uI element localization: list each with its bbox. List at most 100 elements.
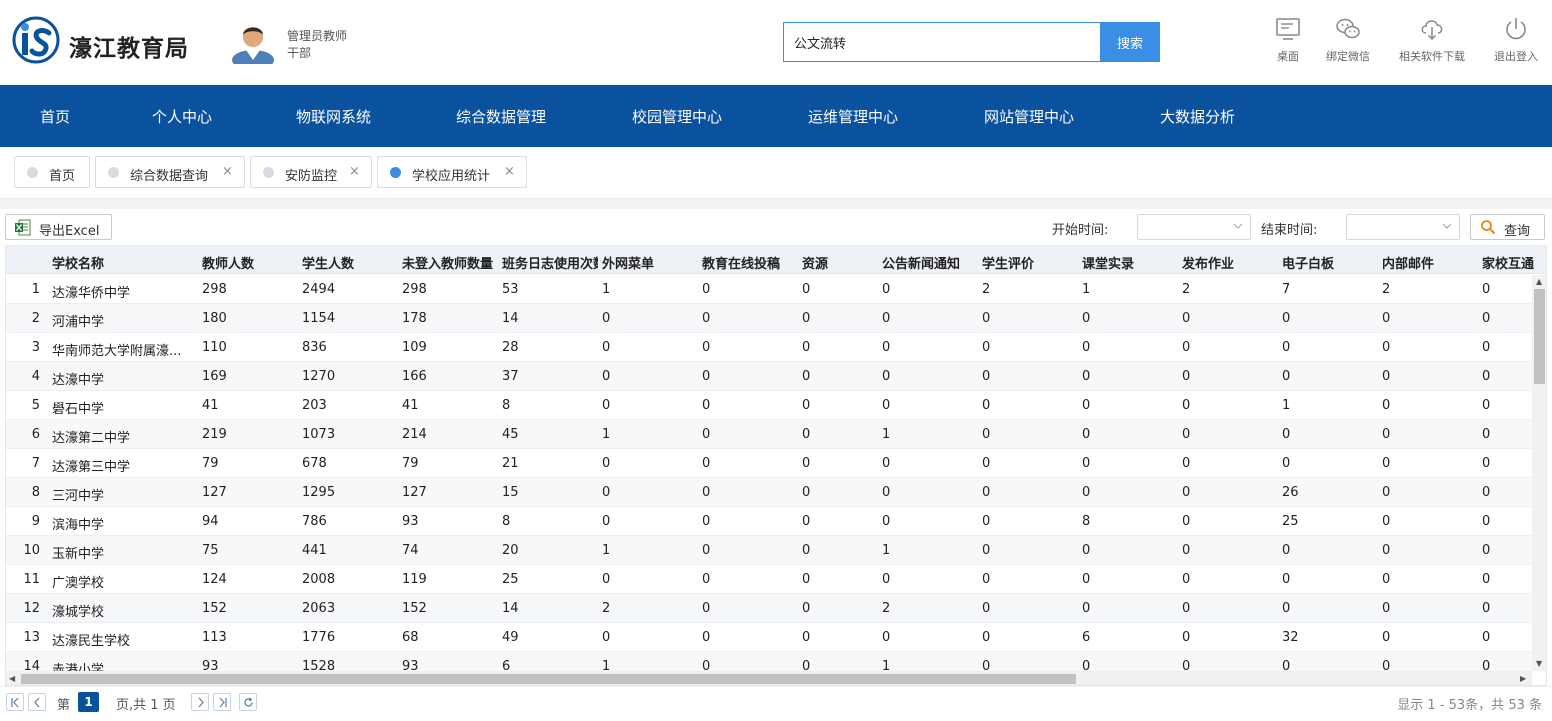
cell-home-school: 0 [1482, 514, 1491, 529]
table-row[interactable]: 11 广澳学校 124 2008 119 25 0 0 0 0 0 0 0 0 0 0 [6, 565, 1532, 594]
table-row[interactable]: 8 三河中学 127 1295 127 15 0 0 0 0 0 0 0 26 0 0 [6, 478, 1532, 507]
table-row[interactable]: 9 滨海中学 94 786 93 8 0 0 0 0 0 8 0 25 0 0 [6, 507, 1532, 536]
cell-teacher-count: 152 [202, 601, 227, 616]
cell-school-name: 玉新中学 [52, 547, 105, 562]
cell-announcements: 0 [882, 340, 891, 355]
user-avatar[interactable] [230, 20, 276, 64]
nav-big-data[interactable]: 大数据分析 [1160, 106, 1235, 127]
cell-announcements: 0 [882, 514, 891, 529]
cloud-download-icon [1421, 20, 1443, 41]
query-button[interactable]: 查询 [1470, 214, 1545, 240]
end-time-select[interactable] [1346, 214, 1460, 240]
column-header-resources[interactable]: 资源 [802, 253, 878, 272]
logout-button[interactable]: 退出登入 [1488, 16, 1544, 64]
scroll-up-icon[interactable]: ▲ [1536, 277, 1542, 286]
column-header-online-submission[interactable]: 教育在线投稿 [702, 253, 798, 272]
cell-whiteboard: 0 [1282, 311, 1291, 326]
vertical-scroll-thumb[interactable] [1534, 289, 1545, 384]
column-header-teacher-count[interactable]: 教师人数 [202, 253, 298, 272]
column-header-unlogged-teacher-count[interactable]: 未登入教师数量 [402, 253, 498, 272]
cell-student-count: 1270 [302, 369, 336, 384]
next-page-button[interactable] [191, 693, 209, 711]
cell-student-count: 678 [302, 456, 327, 471]
scroll-down-icon[interactable]: ▼ [1536, 659, 1542, 668]
nav-website-management[interactable]: 网站管理中心 [984, 106, 1074, 127]
main-nav: 首页 个人中心 物联网系统 综合数据管理 校园管理中心 运维管理中心 网站管理中… [0, 85, 1552, 147]
horizontal-scrollbar[interactable]: ◀ ▶ [6, 671, 1532, 685]
column-header-home-school[interactable]: 家校互通 [1482, 253, 1542, 272]
table-row[interactable]: 4 达濠中学 169 1270 166 37 0 0 0 0 0 0 0 0 0 0 [6, 362, 1532, 391]
cell-home-school: 0 [1482, 630, 1491, 645]
cell-whiteboard: 0 [1282, 601, 1291, 616]
cell-homework: 2 [1182, 282, 1191, 297]
bind-wechat-button[interactable]: 绑定微信 [1320, 16, 1376, 64]
tab-school-app-stats[interactable]: 学校应用统计 × [377, 156, 527, 188]
table-row[interactable]: 5 礐石中学 41 203 41 8 0 0 0 0 0 0 0 1 0 0 [6, 391, 1532, 420]
column-header-homework[interactable]: 发布作业 [1182, 253, 1278, 272]
cell-class-recording: 0 [1082, 572, 1091, 587]
horizontal-scroll-thumb[interactable] [21, 674, 1076, 684]
cell-internal-mail: 0 [1382, 456, 1391, 471]
cell-online-submission: 0 [702, 311, 711, 326]
table-row[interactable]: 14 赤港小学 93 1528 93 6 1 0 0 1 0 0 0 0 0 0 [6, 652, 1532, 671]
tab-close-icon[interactable]: × [222, 164, 233, 179]
logout-label: 退出登入 [1494, 50, 1538, 63]
nav-iot-system[interactable]: 物联网系统 [296, 106, 371, 127]
scroll-right-icon[interactable]: ▶ [1520, 674, 1526, 683]
search-icon [1481, 220, 1496, 235]
nav-personal-center[interactable]: 个人中心 [152, 106, 212, 127]
column-header-announcements[interactable]: 公告新闻通知 [882, 253, 978, 272]
search-input[interactable] [783, 22, 1100, 62]
current-page-input[interactable]: 1 [78, 692, 99, 712]
column-header-school-name[interactable]: 学校名称 [52, 253, 198, 272]
column-header-internal-mail[interactable]: 内部邮件 [1382, 253, 1478, 272]
table-row[interactable]: 6 达濠第二中学 219 1073 214 45 1 0 0 1 0 0 0 0 0 0 [6, 420, 1532, 449]
column-header-student-count[interactable]: 学生人数 [302, 253, 398, 272]
cell-class-recording: 0 [1082, 659, 1091, 671]
column-header-class-log-usage[interactable]: 班务日志使用次数 [502, 253, 598, 272]
last-page-button[interactable] [213, 693, 231, 711]
column-header-extranet-menu[interactable]: 外网菜单 [602, 253, 698, 272]
first-page-button[interactable] [6, 693, 24, 711]
cell-unlogged-teacher-count: 152 [402, 601, 427, 616]
table-row[interactable]: 12 濠城学校 152 2063 152 14 2 0 0 2 0 0 0 0 0 0 [6, 594, 1532, 623]
start-time-select[interactable] [1137, 214, 1251, 240]
column-header-class-recording[interactable]: 课堂实录 [1082, 253, 1178, 272]
search-button[interactable]: 搜索 [1100, 22, 1160, 62]
cell-school-name: 礐石中学 [52, 402, 105, 417]
export-excel-button[interactable]: 导出Excel [5, 214, 112, 240]
cell-home-school: 0 [1482, 427, 1491, 442]
vertical-scrollbar[interactable]: ▲ ▼ [1532, 275, 1546, 671]
table-row[interactable]: 13 达濠民生学校 113 1776 68 49 0 0 0 0 0 6 0 32 0 0 [6, 623, 1532, 652]
cell-class-log-usage: 21 [502, 456, 519, 471]
cell-home-school: 0 [1482, 369, 1491, 384]
table-row[interactable]: 1 达濠华侨中学 298 2494 298 53 1 0 0 0 2 1 2 7 2 0 [6, 275, 1532, 304]
end-time-label: 结束时间: [1261, 223, 1318, 238]
tab-security-monitor[interactable]: 安防监控 × [250, 156, 372, 188]
tab-home[interactable]: 首页 [14, 156, 90, 188]
scroll-left-icon[interactable]: ◀ [9, 674, 15, 683]
table-row[interactable]: 7 达濠第三中学 79 678 79 21 0 0 0 0 0 0 0 0 0 0 [6, 449, 1532, 478]
desktop-button[interactable]: 桌面 [1270, 16, 1306, 64]
cell-school-name: 华南师范大学附属濠... [52, 344, 182, 359]
nav-campus-management[interactable]: 校园管理中心 [632, 106, 722, 127]
cell-student-count: 1776 [302, 630, 336, 645]
user-role: 管理员教师 [287, 29, 348, 43]
column-header-whiteboard[interactable]: 电子白板 [1282, 253, 1378, 272]
table-row[interactable]: 2 河浦中学 180 1154 178 14 0 0 0 0 0 0 0 0 0 0 [6, 304, 1532, 333]
nav-home[interactable]: 首页 [40, 106, 70, 127]
nav-ops-management[interactable]: 运维管理中心 [808, 106, 898, 127]
tab-close-icon[interactable]: × [349, 164, 360, 179]
refresh-button[interactable] [239, 693, 257, 711]
table-row[interactable]: 3 华南师范大学附属濠... 110 836 109 28 0 0 0 0 0 0 0 0 0 0 [6, 333, 1532, 362]
tab-close-icon[interactable]: × [504, 164, 515, 179]
cell-student-count: 2008 [302, 572, 336, 587]
table-row[interactable]: 10 玉新中学 75 441 74 20 1 0 0 1 0 0 0 0 0 0 [6, 536, 1532, 565]
cell-homework: 0 [1182, 572, 1191, 587]
tab-data-query[interactable]: 综合数据查询 × [95, 156, 245, 188]
column-header-student-evaluation[interactable]: 学生评价 [982, 253, 1078, 272]
nav-data-management[interactable]: 综合数据管理 [456, 106, 546, 127]
software-download-button[interactable]: 相关软件下载 [1392, 16, 1472, 64]
prev-page-button[interactable] [28, 693, 46, 711]
cell-whiteboard: 0 [1282, 572, 1291, 587]
